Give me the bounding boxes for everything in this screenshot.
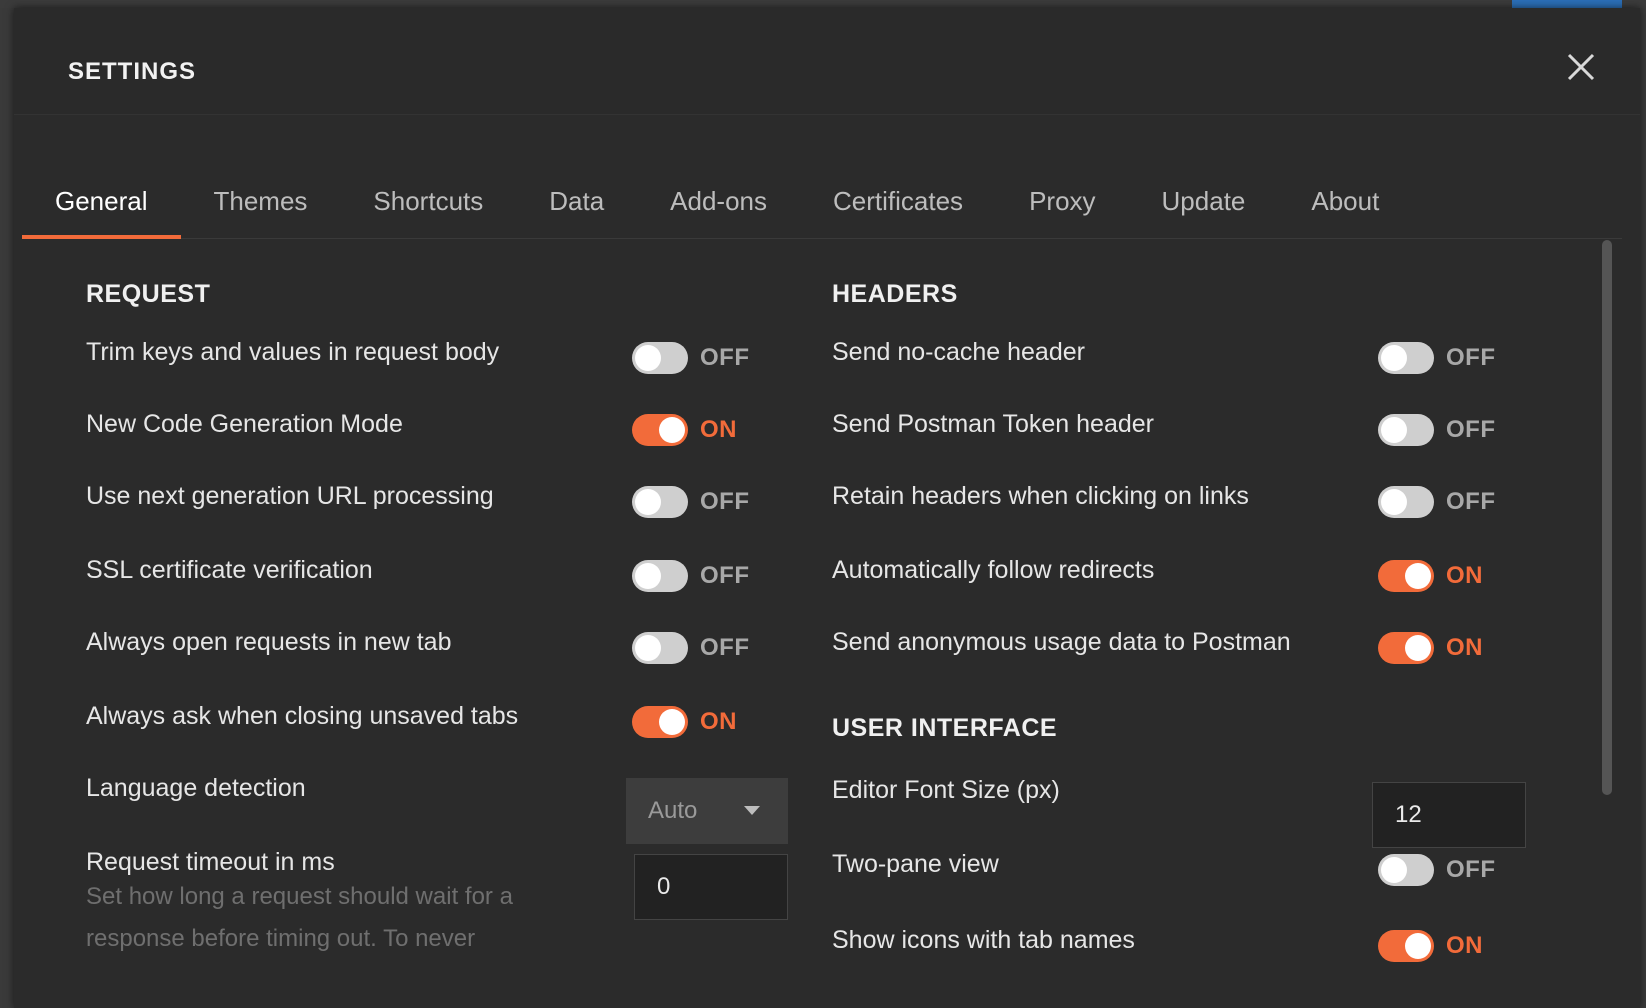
chevron-down-icon xyxy=(744,806,760,815)
settings-scrollbar[interactable] xyxy=(1602,240,1612,795)
language-detection-label: Language detection xyxy=(86,774,306,802)
font-size-input[interactable]: 12 xyxy=(1372,782,1526,848)
language-detection-value: Auto xyxy=(648,797,698,824)
modal-header: SETTINGS xyxy=(14,8,1640,115)
tab-general[interactable]: General xyxy=(22,168,181,239)
toggle-knob xyxy=(1381,489,1407,515)
postman-token-label: Send Postman Token header xyxy=(832,410,1154,438)
no-cache-label: Send no-cache header xyxy=(832,338,1085,366)
close-icon[interactable] xyxy=(1566,52,1596,82)
unsaved-tabs-label: Always ask when closing unsaved tabs xyxy=(86,702,519,730)
ssl-verification-toggle[interactable] xyxy=(632,560,688,592)
tab-icons-state: ON xyxy=(1446,932,1483,959)
ssl-verification-label: SSL certificate verification xyxy=(86,556,373,584)
usage-data-label: Send anonymous usage data to Postman xyxy=(832,628,1291,656)
trim-keys-label: Trim keys and values in request body xyxy=(86,338,500,366)
trim-keys-state: OFF xyxy=(700,344,750,371)
background-app-strip xyxy=(0,0,1646,8)
postman-token-state: OFF xyxy=(1446,416,1496,443)
language-detection-select[interactable]: Auto xyxy=(626,778,788,844)
settings-tabs: General Themes Shortcuts Data Add-ons Ce… xyxy=(22,168,1622,239)
url-processing-state: OFF xyxy=(700,488,750,515)
new-tab-toggle[interactable] xyxy=(632,632,688,664)
tab-icons-toggle[interactable] xyxy=(1378,930,1434,962)
tab-proxy[interactable]: Proxy xyxy=(996,168,1128,238)
modal-title: SETTINGS xyxy=(68,58,197,85)
new-tab-state: OFF xyxy=(700,634,750,661)
toggle-knob xyxy=(635,489,661,515)
no-cache-state: OFF xyxy=(1446,344,1496,371)
toggle-knob xyxy=(1405,933,1431,959)
tab-themes[interactable]: Themes xyxy=(181,168,341,238)
retain-headers-toggle[interactable] xyxy=(1378,486,1434,518)
follow-redirects-toggle[interactable] xyxy=(1378,560,1434,592)
tab-icons-label: Show icons with tab names xyxy=(832,926,1135,954)
toggle-knob xyxy=(659,709,685,735)
retain-headers-label: Retain headers when clicking on links xyxy=(832,482,1249,510)
ssl-verification-state: OFF xyxy=(700,562,750,589)
toggle-knob xyxy=(1381,857,1407,883)
headers-section-title: HEADERS xyxy=(832,280,958,308)
trim-keys-toggle[interactable] xyxy=(632,342,688,374)
tab-add-ons[interactable]: Add-ons xyxy=(637,168,800,238)
tab-shortcuts[interactable]: Shortcuts xyxy=(340,168,516,238)
request-section-title: REQUEST xyxy=(86,280,211,308)
follow-redirects-state: ON xyxy=(1446,562,1483,589)
two-pane-state: OFF xyxy=(1446,856,1496,883)
request-timeout-input[interactable]: 0 xyxy=(634,854,788,920)
toggle-knob xyxy=(1381,345,1407,371)
toggle-knob xyxy=(635,563,661,589)
unsaved-tabs-toggle[interactable] xyxy=(632,706,688,738)
request-timeout-help: Set how long a request should wait for a… xyxy=(86,883,513,952)
usage-data-toggle[interactable] xyxy=(1378,632,1434,664)
toggle-knob xyxy=(1381,417,1407,443)
url-processing-toggle[interactable] xyxy=(632,486,688,518)
retain-headers-state: OFF xyxy=(1446,488,1496,515)
user-interface-section-title: USER INTERFACE xyxy=(832,714,1058,742)
toggle-knob xyxy=(1405,563,1431,589)
usage-data-state: ON xyxy=(1446,634,1483,661)
code-generation-label: New Code Generation Mode xyxy=(86,410,403,438)
code-generation-toggle[interactable] xyxy=(632,414,688,446)
font-size-label: Editor Font Size (px) xyxy=(832,776,1060,804)
two-pane-toggle[interactable] xyxy=(1378,854,1434,886)
tab-certificates[interactable]: Certificates xyxy=(800,168,996,238)
new-tab-label: Always open requests in new tab xyxy=(86,628,452,656)
postman-token-toggle[interactable] xyxy=(1378,414,1434,446)
unsaved-tabs-state: ON xyxy=(700,708,737,735)
url-processing-label: Use next generation URL processing xyxy=(86,482,494,510)
toggle-knob xyxy=(1405,635,1431,661)
tab-update[interactable]: Update xyxy=(1129,168,1279,238)
tab-about[interactable]: About xyxy=(1278,168,1412,238)
toggle-knob xyxy=(659,417,685,443)
tab-data[interactable]: Data xyxy=(516,168,637,238)
code-generation-state: ON xyxy=(700,416,737,443)
request-timeout-label: Request timeout in ms xyxy=(86,848,335,876)
two-pane-label: Two-pane view xyxy=(832,850,999,878)
toggle-knob xyxy=(635,635,661,661)
toggle-knob xyxy=(635,345,661,371)
settings-modal: SETTINGS General Themes Shortcuts Data A… xyxy=(14,8,1640,1008)
follow-redirects-label: Automatically follow redirects xyxy=(832,556,1155,584)
no-cache-toggle[interactable] xyxy=(1378,342,1434,374)
